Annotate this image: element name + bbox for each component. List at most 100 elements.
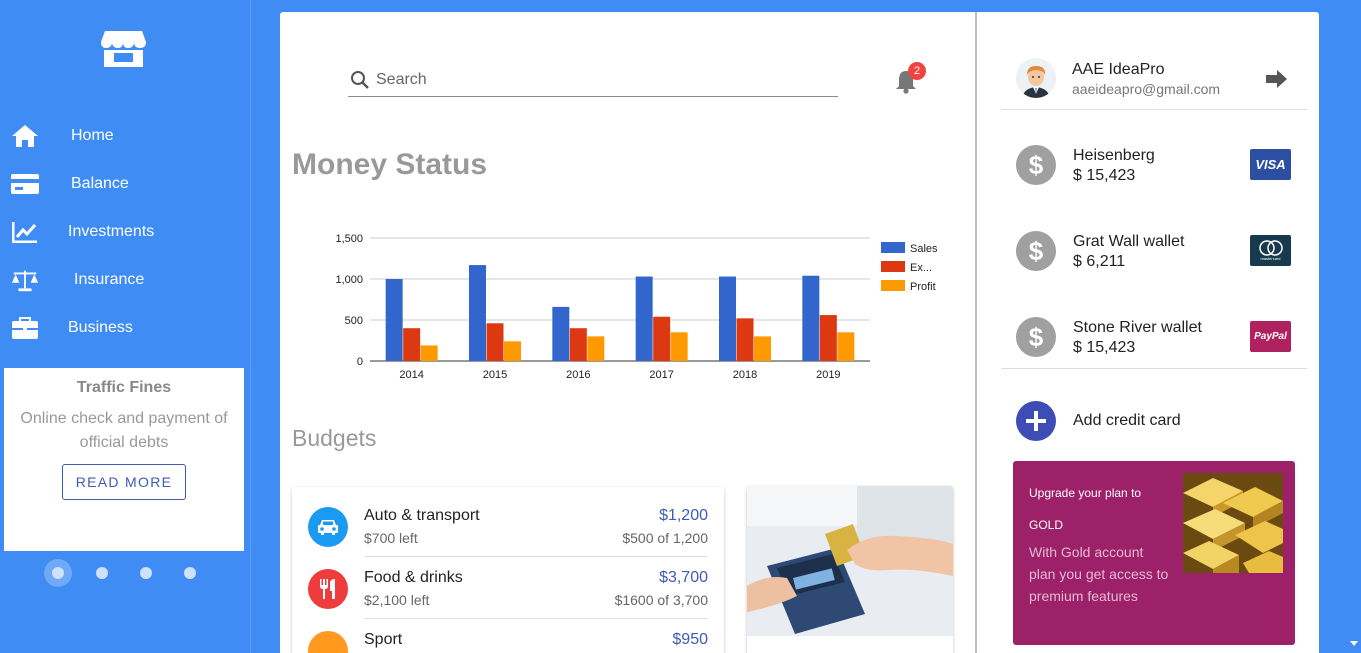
avatar[interactable] (1016, 58, 1056, 98)
logout-icon[interactable] (1265, 68, 1291, 90)
sidebar: Home Balance Investments Insurance Busin… (0, 0, 250, 653)
carousel-dot-1[interactable] (52, 567, 64, 579)
scrollbar[interactable] (1347, 0, 1361, 653)
gold-upgrade-body: With Gold account plan you get access to… (1029, 544, 1169, 604)
sidebar-item-business[interactable]: Business (0, 308, 250, 348)
search-bar[interactable] (348, 68, 838, 97)
wallet-item-grat-wall[interactable]: $ Grat Wall wallet $ 6,211 mastercard (1001, 231, 1307, 291)
trending-chart-icon (11, 220, 39, 244)
search-input[interactable] (376, 68, 826, 92)
chart-bar (469, 265, 486, 361)
budget-name: Sport (364, 631, 403, 648)
chart-y-tick-label: 1,000 (335, 274, 363, 286)
chart-y-tick-label: 1,500 (335, 233, 363, 245)
carousel-dots (0, 559, 250, 587)
chart-x-tick-label: 2019 (816, 369, 840, 381)
chart-legend-label: Profit (910, 281, 936, 293)
wallet-item-heisenberg[interactable]: $ Heisenberg $ 15,423 VISA (1001, 145, 1307, 205)
carousel-dot-4[interactable] (184, 567, 196, 579)
plus-icon (1016, 401, 1056, 441)
budgets-title: Budgets (292, 425, 377, 451)
scroll-down-arrow-icon[interactable] (1349, 638, 1359, 648)
chart-bar (486, 323, 504, 361)
dollar-icon: $ (1016, 145, 1056, 185)
card-payment-image (747, 486, 953, 636)
search-icon (351, 71, 369, 89)
home-icon (11, 124, 39, 148)
budget-left: $700 left (364, 530, 418, 546)
sidebar-item-investments[interactable]: Investments (0, 212, 250, 252)
budget-row-auto[interactable]: Auto & transport $700 left $1,200 $500 o… (292, 498, 724, 560)
balance-scale-icon (11, 268, 39, 292)
add-credit-card-button[interactable]: Add credit card (1001, 401, 1307, 441)
chart-bar (736, 318, 754, 361)
chart-x-tick-label: 2015 (483, 369, 507, 381)
chart-x-tick-label: 2017 (649, 369, 673, 381)
chart-y-tick-label: 500 (345, 315, 363, 327)
budget-left: $2,100 left (364, 592, 430, 608)
paypal-card-icon: PayPal (1250, 321, 1291, 352)
sidebar-item-home[interactable]: Home (0, 116, 250, 156)
sidebar-item-label: Balance (71, 175, 129, 192)
card-payment-photo[interactable] (747, 486, 953, 653)
chart-bar (819, 315, 837, 361)
chart-bar (754, 336, 771, 361)
chart-bar (420, 345, 438, 361)
visa-card-icon: VISA (1250, 149, 1291, 180)
promo-card: Traffic Fines Online check and payment o… (4, 368, 244, 551)
divider (1001, 368, 1307, 369)
chart-y-tick-label: 0 (357, 356, 363, 368)
gold-upgrade-line1: Upgrade your plan to (1029, 486, 1142, 500)
budget-progress: $1600 of 3,700 (614, 592, 708, 608)
chart-legend-swatch (881, 242, 905, 253)
promo-title: Traffic Fines (76, 379, 172, 396)
carousel-dot-3[interactable] (140, 567, 152, 579)
chart-legend-label: Ex... (910, 262, 932, 274)
briefcase-icon (11, 316, 39, 340)
chart-legend-swatch (881, 261, 905, 272)
wallet-amount: $ 15,423 (1073, 167, 1136, 184)
chart-bar (587, 336, 605, 361)
budget-row-food[interactable]: Food & drinks $2,100 left $3,700 $1600 o… (292, 560, 724, 622)
wallet-name: Grat Wall wallet (1073, 233, 1185, 250)
read-more-button[interactable]: READ MORE (62, 464, 186, 500)
credit-card-icon (11, 172, 39, 196)
gold-upgrade-card[interactable]: Upgrade your plan to GOLD With Gold acco… (1013, 461, 1295, 645)
budget-progress: $500 of 1,200 (622, 530, 708, 546)
chart-bar (504, 341, 521, 361)
budget-amount: $3,700 (659, 569, 708, 586)
dollar-icon: $ (1016, 317, 1056, 357)
budget-amount: $1,200 (659, 507, 708, 524)
promo-body: Online check and payment of official deb… (20, 410, 228, 451)
store-icon[interactable] (101, 29, 146, 67)
chart-bar (552, 306, 570, 361)
divider (364, 556, 708, 557)
wallet-amount: $ 6,211 (1073, 253, 1126, 270)
profile-name: AAE IdeaPro (1072, 61, 1165, 78)
carousel-dot-2[interactable] (96, 567, 108, 579)
gold-upgrade-line2: GOLD (1029, 518, 1064, 532)
chart-x-tick-label: 2018 (733, 369, 757, 381)
notification-badge: 2 (908, 62, 926, 80)
budget-amount: $950 (672, 631, 708, 648)
divider (1001, 109, 1307, 110)
chart-legend-swatch (881, 280, 905, 291)
sidebar-item-insurance[interactable]: Insurance (0, 260, 250, 300)
sidebar-item-label: Insurance (74, 271, 145, 288)
divider (364, 618, 708, 619)
budget-row-sport[interactable]: Sport $950 (292, 622, 724, 653)
main-panel: 2 Money Status 0 500 1,000 1,500 2014 2015 201… (280, 12, 1319, 653)
panel-separator (975, 12, 977, 653)
chart-x-tick-label: 2016 (566, 369, 590, 381)
gold-bars-image (1183, 473, 1283, 573)
chart-x-tick-label: 2014 (399, 369, 423, 381)
budget-name: Auto & transport (364, 507, 480, 524)
car-icon (308, 507, 348, 547)
chart-bar (670, 332, 688, 361)
chart-bar (403, 328, 421, 361)
chart-bar (385, 279, 403, 361)
sidebar-item-label: Investments (68, 223, 155, 240)
wallet-name: Heisenberg (1073, 147, 1155, 164)
chart-bar (719, 276, 736, 361)
sidebar-item-balance[interactable]: Balance (0, 164, 250, 204)
